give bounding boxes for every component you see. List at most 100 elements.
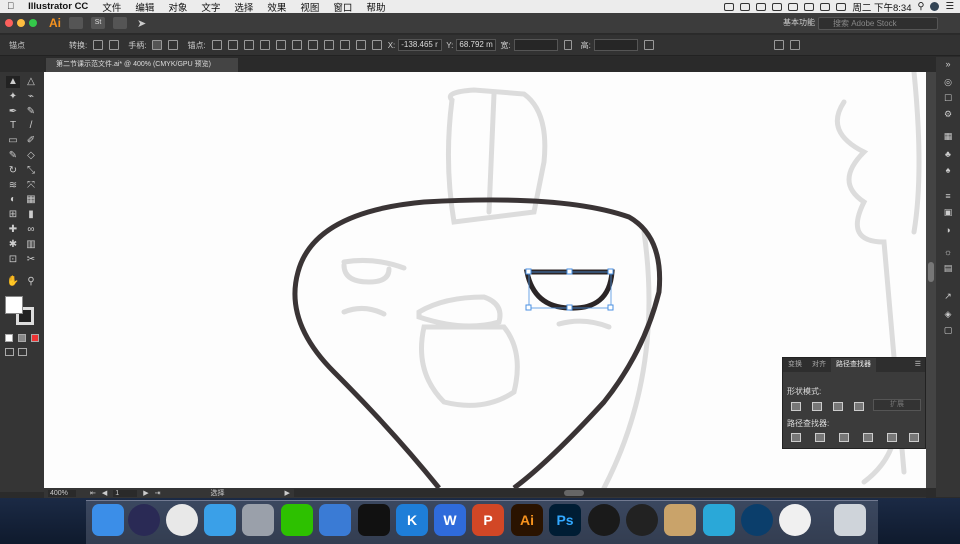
menu-help[interactable]: 帮助 <box>359 0 392 14</box>
width-tool-icon[interactable]: ≋ <box>6 180 20 192</box>
notification-center-icon[interactable]: ☰ <box>945 1 954 12</box>
trash-dock-icon[interactable] <box>834 504 866 536</box>
scroll-thumb[interactable] <box>563 490 584 496</box>
artboard-tool-icon[interactable]: ⊡ <box>6 254 20 266</box>
outline-icon[interactable] <box>887 433 897 442</box>
line-tool-icon[interactable]: / <box>24 120 38 132</box>
menu-edit[interactable]: 编辑 <box>128 0 161 14</box>
zoom-window-button[interactable] <box>29 19 37 27</box>
menu-file[interactable]: 文件 <box>95 0 128 14</box>
gradient-tool-icon[interactable]: ▮ <box>24 209 38 221</box>
shaper-tool-icon[interactable]: ✎ <box>6 150 20 162</box>
trim-icon[interactable] <box>815 433 825 442</box>
tab-pathfinder[interactable]: 路径查找器 <box>831 358 876 372</box>
mesh-tool-icon[interactable]: ⊞ <box>6 209 20 221</box>
collapse-panels-icon[interactable]: » <box>942 59 954 69</box>
expand-button[interactable]: 扩展 <box>873 399 921 411</box>
y-field[interactable]: 68.792 m <box>456 39 497 51</box>
battery-icon[interactable] <box>820 2 831 11</box>
align-left-icon[interactable] <box>275 40 286 50</box>
menu-type[interactable]: 文字 <box>194 0 227 14</box>
hide-handles-icon[interactable] <box>168 40 179 50</box>
perspective-tool-icon[interactable]: ▦ <box>24 194 38 206</box>
prev-artboard-icon[interactable]: ◀ <box>102 489 107 497</box>
wifi-icon[interactable] <box>804 2 815 11</box>
paintbrush-tool-icon[interactable]: ✐ <box>24 135 38 147</box>
eraser-tool-icon[interactable]: ◇ <box>24 150 38 162</box>
pen-tool-icon[interactable]: ✒ <box>6 106 20 118</box>
wps-dock-icon[interactable]: W <box>434 504 466 536</box>
draw-mode-icon[interactable] <box>5 348 14 356</box>
lasso-tool-icon[interactable]: ⌁ <box>24 91 38 103</box>
appearance-icon[interactable]: ☼ <box>942 247 954 257</box>
horizontal-scrollbar[interactable] <box>293 489 926 497</box>
none-mode-icon[interactable] <box>31 334 39 342</box>
artboards-icon[interactable]: ▢ <box>942 325 954 335</box>
pinyin-dock-icon[interactable] <box>319 504 351 536</box>
app-menu[interactable]: Illustrator CC <box>21 1 95 12</box>
arrange-documents-icon[interactable] <box>113 17 127 29</box>
zoom-field[interactable]: 400% <box>48 489 76 497</box>
quicktime-dock-icon[interactable] <box>588 504 620 536</box>
align-center-icon[interactable] <box>291 40 302 50</box>
anchor-point[interactable] <box>607 268 614 275</box>
obs-dock-icon[interactable] <box>626 504 658 536</box>
height-field[interactable] <box>593 39 638 51</box>
brushes-icon[interactable]: ♣ <box>942 149 954 159</box>
artboard-field[interactable]: 1 <box>113 489 138 497</box>
illustrator-dock-icon[interactable]: Ai <box>511 504 543 536</box>
bridge-icon[interactable] <box>69 17 83 29</box>
graph-tool-icon[interactable]: ▥ <box>24 239 38 251</box>
convert-corner-icon[interactable] <box>93 40 104 50</box>
screen-mode-icon[interactable] <box>18 348 27 356</box>
unite-icon[interactable] <box>791 402 801 411</box>
stock-search-input[interactable]: 搜索 Adobe Stock <box>818 17 938 30</box>
magic-wand-tool-icon[interactable]: ✦ <box>6 91 20 103</box>
rectangle-tool-icon[interactable]: ▭ <box>6 135 20 147</box>
apple-menu-icon[interactable]:  <box>0 1 21 12</box>
menu-window[interactable]: 窗口 <box>326 0 359 14</box>
menu-effect[interactable]: 效果 <box>260 0 293 14</box>
graphic-styles-icon[interactable]: ▤ <box>942 263 954 273</box>
isolate-icon[interactable] <box>259 40 270 50</box>
hand-tool-icon[interactable]: ✋ <box>6 276 20 288</box>
scroll-thumb[interactable] <box>928 262 934 282</box>
workspace-switcher[interactable]: 基本功能 <box>783 17 815 28</box>
show-handles-icon[interactable] <box>152 40 163 50</box>
type-tool-icon[interactable]: T <box>6 120 20 132</box>
status-icon[interactable] <box>724 2 735 11</box>
blend-tool-icon[interactable]: ∞ <box>24 224 38 236</box>
reference-point-icon[interactable] <box>371 40 382 50</box>
body-outline[interactable] <box>292 197 663 488</box>
qq-dock-icon[interactable] <box>358 504 390 536</box>
selected-eye-path[interactable] <box>523 269 615 311</box>
color-mode-icon[interactable] <box>5 334 13 342</box>
eyedropper-tool-icon[interactable]: ✚ <box>6 224 20 236</box>
constrain-proportions-icon[interactable] <box>563 40 572 50</box>
selection-tool-icon[interactable]: ▲ <box>6 76 20 88</box>
swatches-icon[interactable]: ▦ <box>942 131 954 141</box>
powerpoint-dock-icon[interactable]: P <box>472 504 504 536</box>
document-tab[interactable]: 第二节课示范文件.ai* @ 400% (CMYK/GPU 预览) <box>46 58 238 72</box>
rotate-tool-icon[interactable]: ↻ <box>6 165 20 177</box>
next-artboard-icon[interactable]: ▶ <box>143 489 148 497</box>
photoshop-dock-icon[interactable]: Ps <box>549 504 581 536</box>
tab-transform[interactable]: 变换 <box>783 358 807 372</box>
divide-icon[interactable] <box>791 433 801 442</box>
anchor-point[interactable] <box>525 268 532 275</box>
fill-swatch[interactable] <box>5 296 23 314</box>
last-artboard-icon[interactable]: ⇥ <box>155 489 161 497</box>
chrome-dock-icon[interactable] <box>166 504 198 536</box>
status-menu-icon[interactable]: ▶ <box>285 489 290 497</box>
export-icon[interactable]: ↗ <box>942 291 954 301</box>
gradient-icon[interactable]: ▣ <box>942 207 954 217</box>
menu-select[interactable]: 选择 <box>227 0 260 14</box>
cinema4d-dock-icon[interactable] <box>741 504 773 536</box>
transform-icon[interactable] <box>643 40 654 50</box>
search-icon[interactable]: ⚲ <box>918 1 925 12</box>
status-icon[interactable] <box>756 2 767 11</box>
symbol-sprayer-tool-icon[interactable]: ✱ <box>6 239 20 251</box>
direct-selection-tool-icon[interactable]: △ <box>24 76 38 88</box>
libraries-icon[interactable]: ☐ <box>942 93 954 103</box>
archive-dock-icon[interactable] <box>664 504 696 536</box>
